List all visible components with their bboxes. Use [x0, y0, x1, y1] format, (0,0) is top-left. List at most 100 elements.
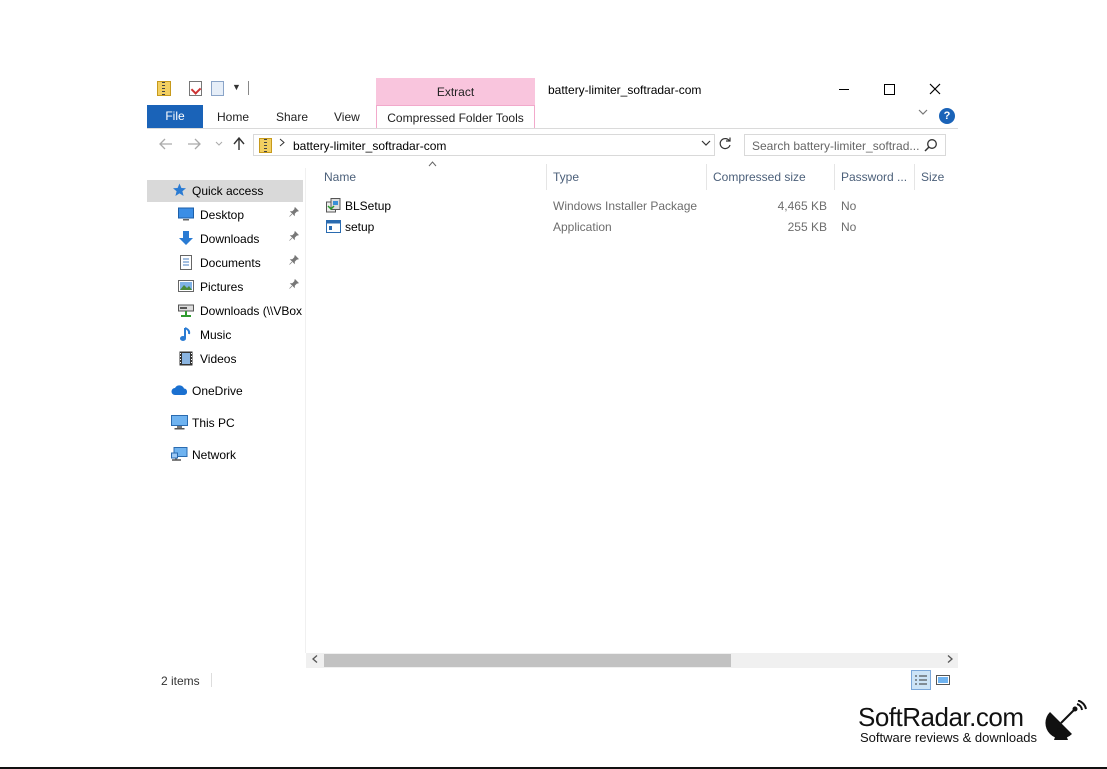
pin-icon[interactable] [289, 278, 300, 292]
column-header-size[interactable]: Size [921, 170, 944, 184]
pin-icon[interactable] [289, 206, 300, 220]
minimize-button[interactable] [821, 79, 867, 99]
column-divider[interactable] [706, 164, 707, 190]
breadcrumb-chevron-icon[interactable] [279, 138, 285, 150]
file-password: No [841, 220, 857, 234]
file-type: Application [553, 220, 612, 234]
large-icons-view-icon [936, 675, 950, 685]
sidebar-item-label: Documents [200, 256, 261, 270]
sidebar-item-onedrive[interactable]: OneDrive [147, 380, 303, 402]
file-name: BLSetup [345, 199, 392, 213]
column-divider[interactable] [914, 164, 915, 190]
sidebar-item-label: Desktop [200, 208, 245, 222]
up-button[interactable] [233, 136, 245, 154]
column-divider[interactable] [546, 164, 547, 190]
up-arrow-icon [233, 136, 245, 150]
sidebar-item-label: Videos [200, 352, 237, 366]
forward-arrow-icon [188, 138, 201, 150]
recent-locations-chevron-icon[interactable] [215, 140, 223, 149]
pin-icon[interactable] [289, 254, 300, 268]
installer-icon [326, 198, 341, 213]
music-icon [179, 327, 194, 341]
pin-icon[interactable] [289, 230, 300, 244]
properties-icon[interactable] [189, 81, 202, 96]
customize-toolbar-dropdown-icon[interactable]: ▼ [232, 82, 241, 92]
sidebar-item-quick-access[interactable]: Quick access [147, 180, 303, 202]
pane-divider[interactable] [305, 168, 306, 653]
maximize-icon [883, 83, 895, 95]
file-compressed-size: 4,465 KB [777, 199, 827, 213]
zip-folder-icon [259, 138, 272, 153]
sidebar-item-network[interactable]: Network [147, 444, 303, 466]
search-icon[interactable] [924, 138, 938, 152]
file-name: setup [345, 220, 375, 234]
table-row[interactable]: BLSetup Windows Installer Package 4,465 … [322, 196, 954, 216]
sidebar-item-videos[interactable]: Videos [147, 348, 303, 370]
file-compressed-size: 255 KB [787, 220, 827, 234]
address-dropdown-icon[interactable] [701, 139, 711, 150]
network-drive-icon [178, 303, 194, 317]
sidebar-item-music[interactable]: Music [147, 324, 303, 346]
maximize-button[interactable] [866, 79, 912, 99]
toolbar-separator [248, 81, 249, 95]
breadcrumb-path[interactable]: battery-limiter_softradar-com [293, 139, 446, 153]
help-button[interactable]: ? [939, 108, 955, 124]
document-icon [179, 255, 194, 270]
tab-share[interactable]: Share [276, 110, 308, 124]
file-type: Windows Installer Package [553, 199, 698, 213]
cloud-icon [171, 383, 188, 397]
column-header-compressed-size[interactable]: Compressed size [713, 170, 806, 184]
contextual-tab-group-extract: Extract [376, 78, 535, 105]
close-icon [929, 83, 941, 95]
videos-icon [179, 351, 194, 366]
contextual-group-label: Extract [436, 85, 475, 99]
details-view-button[interactable] [911, 670, 931, 690]
column-header-password[interactable]: Password ... [841, 170, 907, 184]
zip-folder-icon [157, 81, 171, 96]
sidebar-item-network-downloads[interactable]: Downloads (\\VBox [147, 300, 303, 322]
close-button[interactable] [912, 79, 958, 99]
tab-compressed-folder-tools[interactable]: Compressed Folder Tools [376, 105, 535, 128]
file-password: No [841, 199, 857, 213]
sidebar-item-label: Music [200, 328, 232, 342]
column-header-type[interactable]: Type [553, 170, 579, 184]
back-button[interactable] [159, 137, 173, 153]
tab-view[interactable]: View [334, 110, 360, 124]
column-divider[interactable] [834, 164, 835, 190]
chevron-left-icon [311, 655, 317, 663]
download-icon [178, 231, 193, 245]
chevron-right-icon [947, 655, 953, 663]
back-arrow-icon [159, 138, 172, 150]
table-row[interactable]: setup Application 255 KB No [322, 217, 954, 237]
tab-file[interactable]: File [147, 105, 203, 128]
scroll-left-button[interactable] [306, 653, 323, 668]
sidebar-item-label: Quick access [192, 184, 264, 198]
refresh-button[interactable] [715, 134, 735, 156]
forward-button[interactable] [187, 137, 201, 153]
tab-compressed-folder-tools-label: Compressed Folder Tools [387, 111, 524, 125]
status-item-count: 2 items [161, 674, 200, 688]
application-icon [326, 219, 341, 234]
column-header-name[interactable]: Name [324, 170, 356, 184]
minimize-icon [839, 88, 849, 90]
sidebar-item-downloads[interactable]: Downloads [147, 228, 303, 250]
watermark-brand: SoftRadar.com [858, 702, 1024, 732]
sidebar-item-pictures[interactable]: Pictures [147, 276, 303, 298]
sidebar-item-this-pc[interactable]: This PC [147, 412, 303, 434]
pictures-icon [178, 279, 194, 293]
sidebar-item-label: Pictures [200, 280, 244, 294]
computer-icon [171, 415, 188, 430]
scrollbar-thumb[interactable] [324, 654, 731, 667]
sidebar-item-desktop[interactable]: Desktop [147, 204, 303, 226]
tab-home[interactable]: Home [217, 110, 249, 124]
sidebar-item-documents[interactable]: Documents [147, 252, 303, 274]
window-title: battery-limiter_softradar-com [548, 83, 702, 97]
large-icons-view-button[interactable] [935, 672, 951, 688]
sort-ascending-icon [428, 159, 437, 170]
desktop-icon [178, 207, 194, 221]
refresh-icon [719, 137, 731, 150]
new-folder-icon[interactable] [211, 81, 224, 96]
scroll-right-button[interactable] [941, 653, 958, 668]
expand-ribbon-chevron-icon[interactable] [918, 108, 928, 119]
sidebar-item-label: Network [192, 448, 237, 462]
